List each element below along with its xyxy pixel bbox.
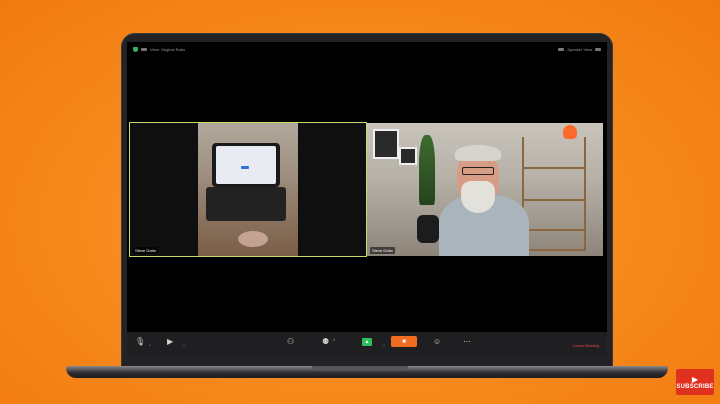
participant-tile[interactable]: Steve Dotto <box>367 123 603 256</box>
mic-options-chevron-icon[interactable]: ^ <box>149 342 151 350</box>
microphone-in-video <box>417 215 439 243</box>
video-camera-icon[interactable]: ▶ <box>167 338 173 346</box>
laptop-notch <box>312 366 408 370</box>
phone-camera-feed <box>198 123 298 256</box>
record-button[interactable]: ■ <box>391 336 417 347</box>
video-options-chevron-icon[interactable]: ^ <box>183 342 185 350</box>
people-add-icon[interactable]: ⚇ <box>287 338 294 346</box>
leave-meeting-button[interactable]: Leave Meeting <box>573 343 599 348</box>
webcam-feed <box>367 123 603 256</box>
speaker-view-button[interactable]: Speaker View <box>567 47 592 52</box>
participants-count: 2 <box>333 337 336 342</box>
view-mode-label[interactable]: View: Original Ratio <box>150 47 185 52</box>
participant-tile-active[interactable]: Steve Dotto <box>129 122 367 257</box>
more-icon[interactable]: ⋯ <box>463 338 471 346</box>
participants-icon[interactable]: ⚉ <box>322 338 329 346</box>
participant-name: Steve Dotto <box>370 247 395 254</box>
share-screen-icon[interactable]: ▲ <box>362 338 372 346</box>
zoom-meeting-window: View: Original Ratio Speaker View Steve … <box>127 42 607 356</box>
shield-icon[interactable] <box>133 46 138 52</box>
meeting-top-bar: View: Original Ratio Speaker View <box>127 42 607 56</box>
grid-icon[interactable] <box>558 47 565 51</box>
subscribe-label: SUBSCRIBE <box>676 383 714 390</box>
info-icon[interactable] <box>141 47 147 51</box>
share-options-chevron-icon[interactable]: ^ <box>383 342 385 350</box>
mic-icon[interactable]: 🎙 <box>135 338 145 346</box>
smile-icon[interactable]: ☺ <box>433 338 441 346</box>
fullscreen-icon[interactable] <box>595 47 601 51</box>
play-icon: ▶ <box>691 374 699 384</box>
record-icon: ■ <box>402 338 406 345</box>
participant-name: Steve Dotto <box>133 247 158 254</box>
meeting-toolbar: 🎙 ^ ▶ ^ ⚇ ⚉ 2 ▲ ^ ■ ☺ ⋯ Leave Meeting <box>127 332 607 356</box>
laptop-in-video <box>212 143 280 187</box>
subscribe-button[interactable]: ▶ SUBSCRIBE <box>676 369 714 395</box>
